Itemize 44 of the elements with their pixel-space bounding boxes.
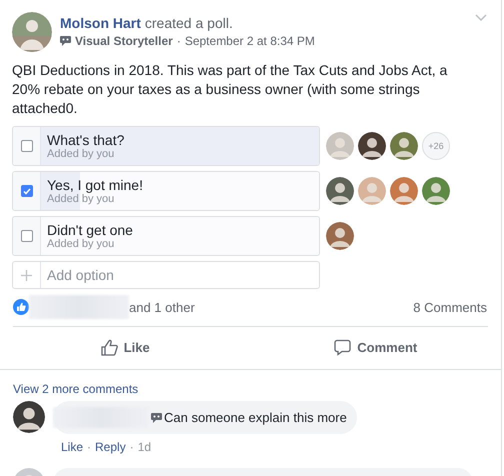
reply-link[interactable]: Reply bbox=[95, 440, 126, 454]
post-time[interactable]: September 2 at 8:34 PM bbox=[184, 34, 315, 48]
option-note: Added by you bbox=[47, 193, 116, 205]
option-note: Added by you bbox=[47, 238, 116, 250]
option-label: What's that? bbox=[47, 132, 126, 148]
avatar-icon[interactable] bbox=[358, 132, 386, 160]
author-link[interactable]: Molson Hart bbox=[60, 15, 141, 31]
speech-bubble-icon bbox=[60, 36, 71, 46]
poll-option[interactable]: Didn't get one Added by you bbox=[12, 216, 320, 256]
comment-age: 1d bbox=[138, 440, 152, 454]
avatar-icon[interactable] bbox=[390, 132, 418, 160]
author-role-label: Visual Storyteller bbox=[75, 34, 173, 48]
add-option-field[interactable]: Add option bbox=[12, 261, 320, 289]
separator: · bbox=[176, 34, 181, 48]
post-text: QBI Deductions in 2018. This was part of the Tax Cuts and Jobs Act, a 20% rebate on your taxes as a business owner (with some strings attached0. bbox=[11, 61, 448, 118]
avatar-icon bbox=[12, 12, 52, 52]
avatar-icon bbox=[13, 401, 45, 433]
speech-bubble-icon bbox=[334, 338, 352, 356]
reaction-summary[interactable]: and 1 other bbox=[129, 300, 195, 314]
option-note: Added by you bbox=[47, 148, 116, 160]
plus-icon bbox=[21, 270, 32, 280]
avatar-icon[interactable] bbox=[326, 222, 354, 250]
option-label: Yes, I got mine! bbox=[47, 177, 144, 193]
like-button[interactable]: Like bbox=[0, 329, 250, 365]
post-action: created a poll. bbox=[144, 15, 233, 31]
option-label: Didn't get one bbox=[47, 222, 134, 238]
comment-button[interactable]: Comment bbox=[250, 329, 501, 365]
poll-option[interactable]: Yes, I got mine! Added by you bbox=[12, 171, 320, 211]
speech-bubble-icon bbox=[151, 412, 162, 422]
checkbox[interactable] bbox=[20, 140, 32, 152]
add-option-input[interactable]: Add option bbox=[41, 262, 319, 288]
avatar-icon[interactable] bbox=[326, 177, 354, 205]
thumbs-up-icon bbox=[100, 338, 118, 356]
like-reaction-icon[interactable] bbox=[13, 299, 29, 315]
separator: · bbox=[130, 440, 134, 454]
checkbox[interactable] bbox=[20, 185, 32, 197]
view-more-comments-link[interactable]: View 2 more comments bbox=[0, 370, 152, 396]
like-link[interactable]: Like bbox=[61, 440, 84, 454]
chevron-down-icon[interactable] bbox=[475, 14, 487, 21]
separator: · bbox=[87, 440, 92, 454]
comment-count[interactable]: 8 Comments bbox=[413, 300, 487, 314]
comment-text: Can someone explain this more bbox=[164, 410, 347, 425]
poll-option[interactable]: What's that? Added by you bbox=[12, 126, 320, 166]
checkbox[interactable] bbox=[20, 230, 32, 242]
